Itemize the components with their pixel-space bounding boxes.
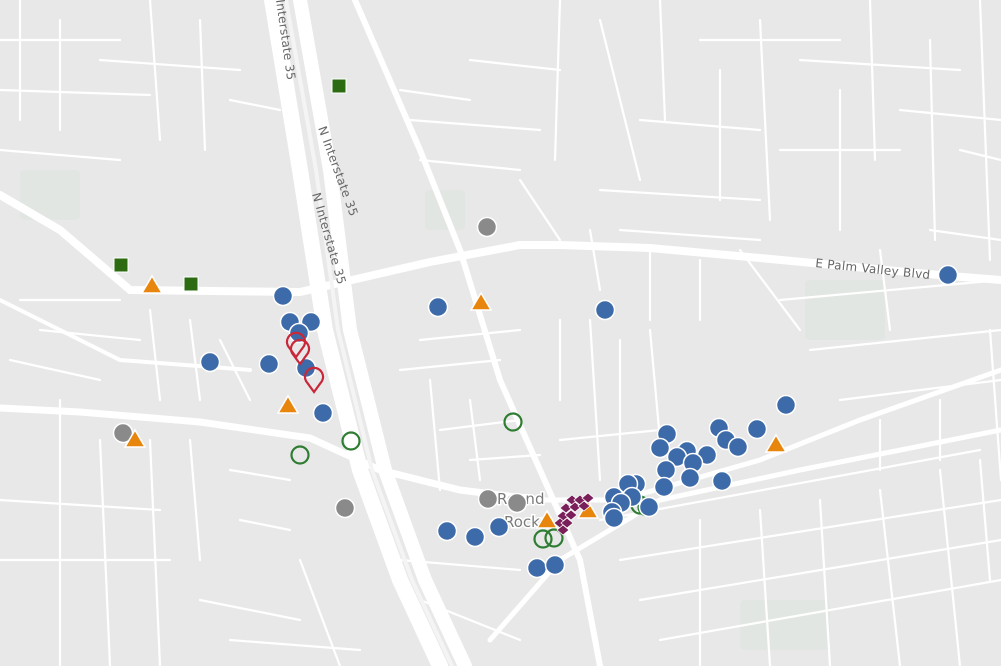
- blue-circle-icon[interactable]: [544, 554, 566, 576]
- gray-circle-icon[interactable]: [506, 492, 528, 514]
- blue-circle-icon[interactable]: [436, 520, 458, 542]
- orange-triangle-icon[interactable]: [140, 274, 164, 294]
- green-ring-icon[interactable]: [341, 431, 361, 451]
- gray-circle-icon[interactable]: [334, 497, 356, 519]
- blue-circle-icon[interactable]: [427, 296, 449, 318]
- green-square-icon[interactable]: [113, 257, 129, 273]
- blue-circle-icon[interactable]: [653, 476, 675, 498]
- blue-circle-icon[interactable]: [464, 526, 486, 548]
- blue-circle-icon[interactable]: [655, 459, 677, 481]
- green-ring-icon[interactable]: [503, 412, 523, 432]
- blue-circle-icon[interactable]: [488, 516, 510, 538]
- orange-triangle-icon[interactable]: [276, 394, 300, 414]
- orange-triangle-icon[interactable]: [764, 433, 788, 453]
- blue-circle-icon[interactable]: [727, 436, 749, 458]
- blue-circle-icon[interactable]: [775, 394, 797, 416]
- blue-circle-icon[interactable]: [312, 402, 334, 424]
- map-canvas[interactable]: Interstate 35 N Interstate 35 N Intersta…: [0, 0, 1001, 666]
- green-square-icon[interactable]: [183, 276, 199, 292]
- blue-circle-icon[interactable]: [526, 557, 548, 579]
- gray-circle-icon[interactable]: [476, 216, 498, 238]
- blue-circle-icon[interactable]: [199, 351, 221, 373]
- blue-circle-icon[interactable]: [649, 437, 671, 459]
- blue-circle-icon[interactable]: [258, 353, 280, 375]
- blue-circle-icon[interactable]: [746, 418, 768, 440]
- gray-circle-icon[interactable]: [477, 488, 499, 510]
- blue-circle-icon[interactable]: [679, 467, 701, 489]
- blue-circle-icon[interactable]: [937, 264, 959, 286]
- orange-triangle-icon[interactable]: [535, 509, 559, 529]
- blue-circle-icon[interactable]: [594, 299, 616, 321]
- blue-circle-icon[interactable]: [711, 470, 733, 492]
- markers-layer: [112, 78, 959, 579]
- orange-triangle-icon[interactable]: [469, 291, 493, 311]
- blue-circle-icon[interactable]: [272, 285, 294, 307]
- blue-circle-icon[interactable]: [603, 507, 625, 529]
- green-square-icon[interactable]: [331, 78, 347, 94]
- blue-circle-icon[interactable]: [638, 496, 660, 518]
- green-ring-icon[interactable]: [290, 445, 310, 465]
